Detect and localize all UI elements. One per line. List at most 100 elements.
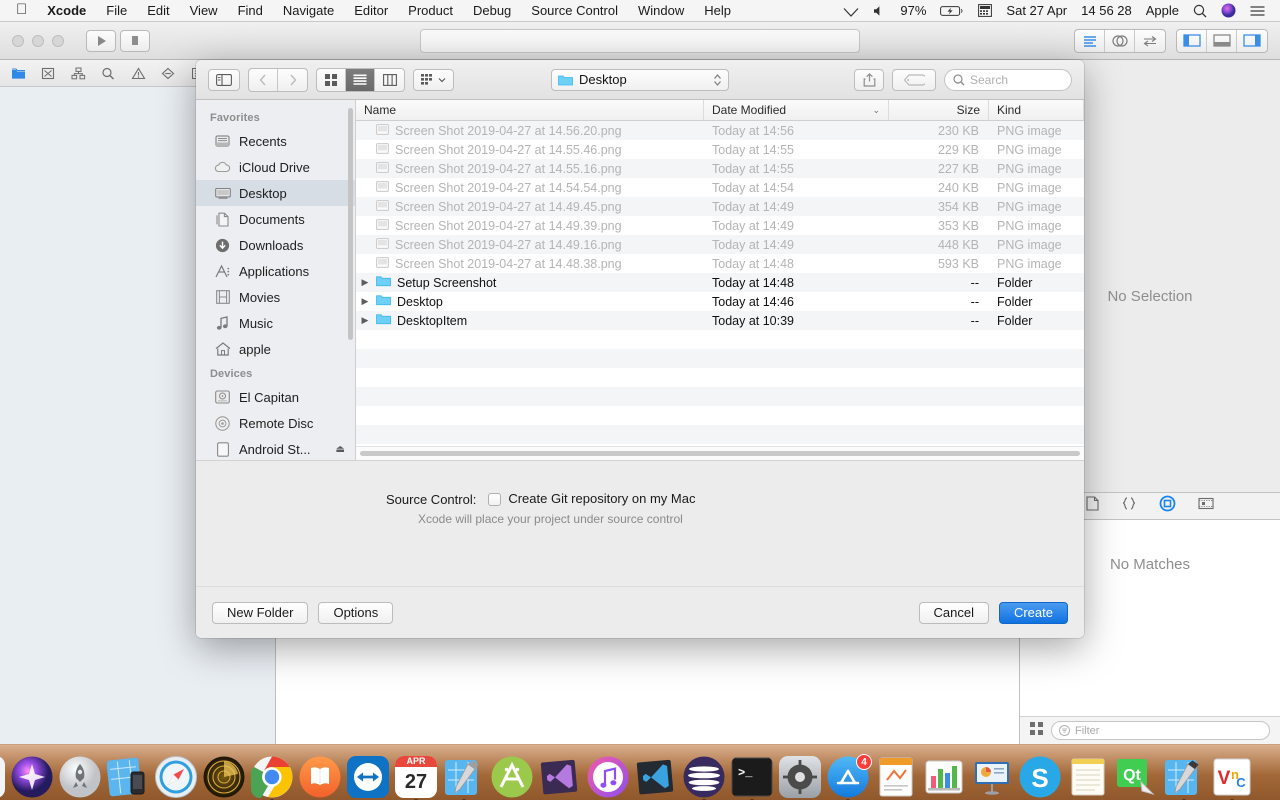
menu-item-product[interactable]: Product	[398, 0, 463, 22]
column-view-button[interactable]	[375, 69, 404, 91]
dock-item-siri[interactable]	[11, 756, 53, 798]
android-studio-icon[interactable]	[491, 756, 533, 798]
media-library-icon[interactable]	[1198, 497, 1214, 515]
calendar-icon[interactable]: APR27	[395, 756, 437, 798]
run-button[interactable]	[86, 30, 116, 52]
file-name-cell[interactable]: ▶Screen Shot 2019-04-27 at 14.56.20.png	[356, 124, 704, 138]
file-list-row[interactable]: ▶Setup ScreenshotToday at 14:48--Folder	[356, 273, 1084, 292]
file-list-row[interactable]: ▶Screen Shot 2019-04-27 at 14.48.38.pngT…	[356, 254, 1084, 273]
dock-item-qt[interactable]: Qt	[1115, 756, 1157, 798]
file-list-horizontal-scrollbar[interactable]	[356, 446, 1084, 460]
tag-button[interactable]	[892, 69, 936, 91]
zoom-button[interactable]	[52, 35, 64, 47]
library-filter-input[interactable]: Filter	[1051, 721, 1270, 740]
menu-item-window[interactable]: Window	[628, 0, 694, 22]
search-input[interactable]: Search	[944, 69, 1072, 91]
sidebar-item-movies[interactable]: Movies	[196, 284, 355, 310]
sidebar-item-downloads[interactable]: Downloads	[196, 232, 355, 258]
scrollbar-thumb[interactable]	[360, 451, 1080, 456]
dock-item-finder[interactable]	[0, 756, 5, 798]
file-list-row[interactable]: ▶Screen Shot 2019-04-27 at 14.56.20.pngT…	[356, 121, 1084, 140]
battery-percent[interactable]: 97%	[893, 0, 933, 22]
menu-item-help[interactable]: Help	[694, 0, 741, 22]
launchpad-icon[interactable]	[59, 756, 101, 798]
menubar-time[interactable]: 14 56 28	[1074, 0, 1139, 22]
siri-icon[interactable]	[11, 756, 53, 798]
file-name-cell[interactable]: ▶Desktop	[356, 294, 704, 309]
grid-view-icon[interactable]	[1030, 722, 1043, 740]
numbers-icon[interactable]	[923, 756, 965, 798]
sidebar-scrollbar[interactable]	[348, 108, 353, 340]
source-control-navigator-icon[interactable]	[34, 61, 62, 85]
xcode-beta-icon[interactable]	[1163, 756, 1205, 798]
spotlight-search-icon[interactable]	[1186, 0, 1214, 22]
vscode-insiders-icon[interactable]	[539, 756, 581, 798]
column-header-size[interactable]: Size	[889, 100, 989, 120]
dock-item-calendar[interactable]: APR27	[395, 756, 437, 798]
dock-item-vscode[interactable]	[635, 756, 677, 798]
project-navigator-icon[interactable]	[4, 61, 32, 85]
menu-item-navigate[interactable]: Navigate	[273, 0, 344, 22]
sidebar-item-music[interactable]: Music	[196, 310, 355, 336]
sidebar-item-el-capitan[interactable]: El Capitan	[196, 384, 355, 410]
column-header-kind[interactable]: Kind	[989, 100, 1084, 120]
disclosure-triangle-icon[interactable]: ▶	[360, 296, 370, 307]
keynote-icon[interactable]	[971, 756, 1013, 798]
sidebar-item-icloud-drive[interactable]: iCloud Drive	[196, 154, 355, 180]
file-list-row[interactable]: ▶Screen Shot 2019-04-27 at 14.49.39.pngT…	[356, 216, 1084, 235]
dock-item-itunes[interactable]	[587, 756, 629, 798]
create-button[interactable]: Create	[999, 602, 1068, 624]
itunes-icon[interactable]	[587, 756, 629, 798]
sidebar-item-remote-disc[interactable]: Remote Disc	[196, 410, 355, 436]
terminal-icon[interactable]: >_	[731, 756, 773, 798]
apple-logo-icon[interactable]: 	[10, 0, 37, 22]
finder-icon[interactable]	[0, 756, 5, 798]
window-traffic-lights[interactable]	[0, 35, 64, 47]
menubar-user[interactable]: Apple	[1139, 0, 1186, 22]
teamviewer-icon[interactable]	[347, 756, 389, 798]
file-name-cell[interactable]: ▶Screen Shot 2019-04-27 at 14.49.45.png	[356, 200, 704, 214]
share-button[interactable]	[854, 69, 884, 91]
menubar-date[interactable]: Sat 27 Apr	[999, 0, 1074, 22]
dock-item-launchpad[interactable]	[59, 756, 101, 798]
file-list-row[interactable]: ▶Screen Shot 2019-04-27 at 14.55.46.pngT…	[356, 140, 1084, 159]
sidebar-item-applications[interactable]: Applications	[196, 258, 355, 284]
sidebar-item-recents[interactable]: Recents	[196, 128, 355, 154]
file-list-row[interactable]: ▶Screen Shot 2019-04-27 at 14.55.16.pngT…	[356, 159, 1084, 178]
forward-button[interactable]	[278, 69, 307, 91]
menu-item-file[interactable]: File	[96, 0, 137, 22]
vnc-icon[interactable]: VnC	[1211, 756, 1253, 798]
dock-item-chrome[interactable]	[251, 756, 293, 798]
find-navigator-icon[interactable]	[94, 61, 122, 85]
dock-item-xcode-blueprint[interactable]	[107, 756, 149, 798]
menu-item-debug[interactable]: Debug	[463, 0, 521, 22]
file-list-row[interactable]: ▶Screen Shot 2019-04-27 at 14.49.45.pngT…	[356, 197, 1084, 216]
dock-item-numbers[interactable]	[923, 756, 965, 798]
volume-icon[interactable]	[866, 0, 893, 22]
dock-item-skype[interactable]: S	[1019, 756, 1061, 798]
keynote-doc-icon[interactable]	[875, 756, 917, 798]
arrange-by-button[interactable]	[413, 69, 454, 91]
options-button[interactable]: Options	[318, 602, 393, 624]
dock-item-keynote-doc[interactable]	[875, 756, 917, 798]
navigation-buttons[interactable]	[248, 68, 308, 92]
radar-icon[interactable]	[203, 756, 245, 798]
disclosure-triangle-icon[interactable]: ▶	[360, 277, 370, 288]
file-name-cell[interactable]: ▶DesktopItem	[356, 313, 704, 328]
stop-button[interactable]	[120, 30, 150, 52]
menu-item-find[interactable]: Find	[228, 0, 273, 22]
view-mode-buttons[interactable]	[316, 68, 405, 92]
dock-item-ibooks[interactable]	[299, 756, 341, 798]
close-button[interactable]	[12, 35, 24, 47]
file-name-cell[interactable]: ▶Screen Shot 2019-04-27 at 14.49.16.png	[356, 238, 704, 252]
test-navigator-icon[interactable]	[154, 61, 182, 85]
disclosure-triangle-icon[interactable]: ▶	[360, 315, 370, 326]
icon-view-button[interactable]	[317, 69, 346, 91]
location-popup-button[interactable]: Desktop	[551, 69, 729, 91]
file-template-library-icon[interactable]	[1086, 496, 1099, 516]
menu-app-name[interactable]: Xcode	[37, 0, 96, 22]
create-git-repository-checkbox[interactable]	[488, 493, 501, 506]
dock-item-trash[interactable]	[1275, 756, 1280, 798]
eject-icon[interactable]: ⏏	[336, 444, 345, 455]
dock-item-xcode-beta[interactable]	[1163, 756, 1205, 798]
